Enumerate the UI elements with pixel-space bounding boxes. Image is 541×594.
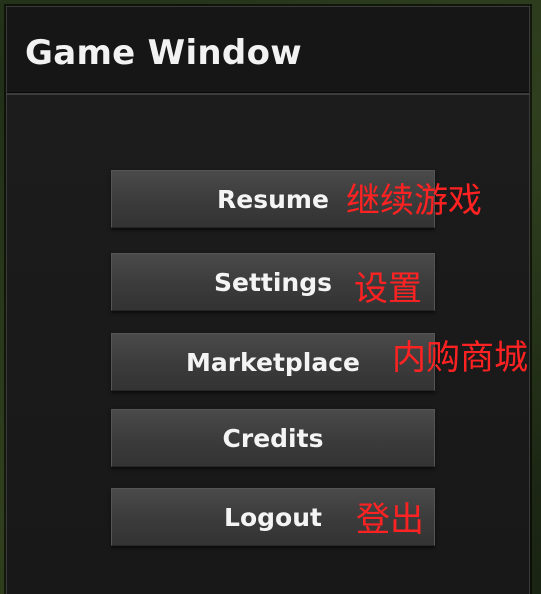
logout-button-label: Logout	[224, 502, 322, 532]
resume-button-label: Resume	[217, 184, 329, 214]
credits-button[interactable]: Credits	[111, 409, 435, 467]
settings-annotation: 设置	[354, 269, 422, 309]
window-title: Game Window	[25, 33, 302, 73]
marketplace-button[interactable]: Marketplace	[111, 333, 435, 391]
marketplace-annotation: 内购商城	[392, 338, 528, 378]
settings-button-label: Settings	[213, 267, 332, 297]
credits-button-label: Credits	[222, 423, 324, 453]
window-titlebar: Game Window	[7, 7, 529, 95]
marketplace-button-label: Marketplace	[185, 347, 361, 377]
resume-annotation: 继续游戏	[346, 181, 482, 221]
logout-annotation: 登出	[356, 500, 424, 540]
game-scene-background: Game Window Resume Settings Marketplace …	[0, 0, 541, 594]
game-window: Game Window Resume Settings Marketplace …	[6, 6, 530, 594]
